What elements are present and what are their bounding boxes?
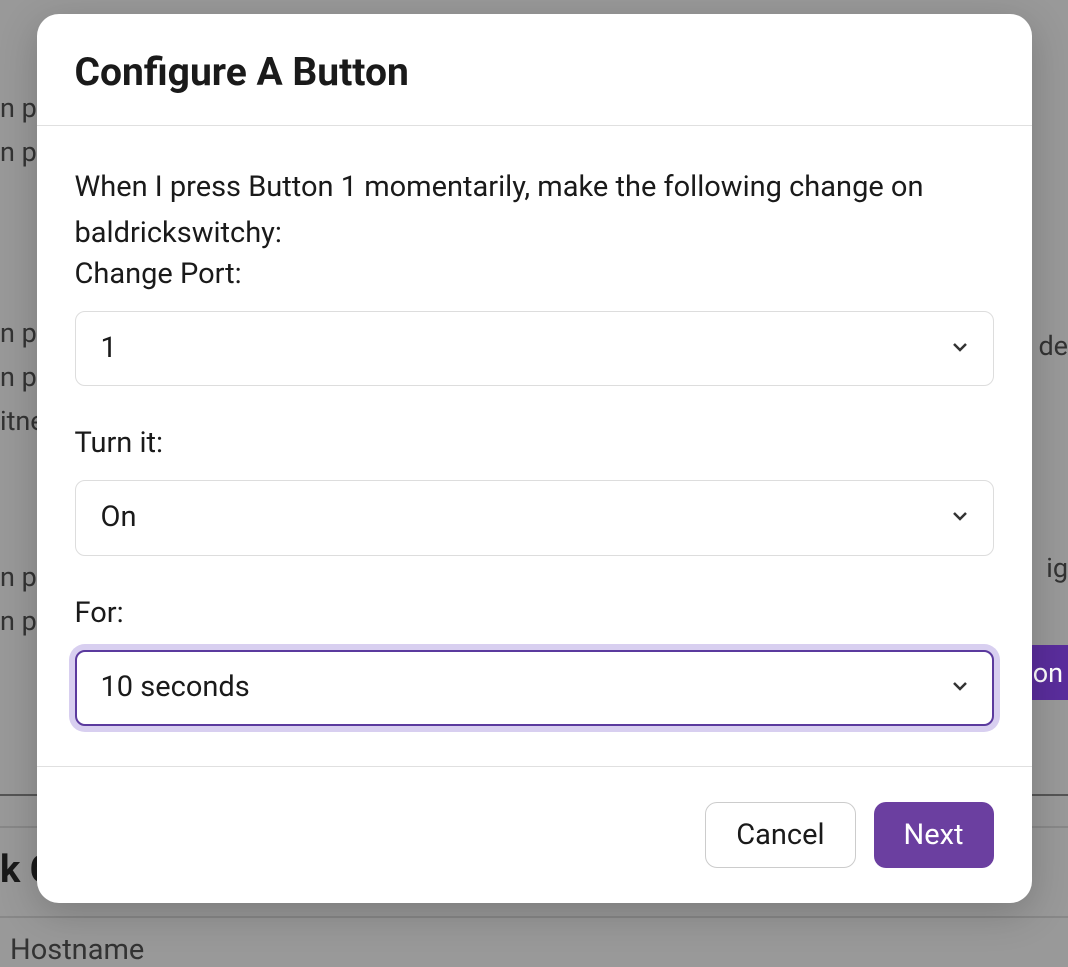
- port-select-wrapper: 1: [75, 311, 994, 387]
- modal-description: When I press Button 1 momentarily, make …: [75, 164, 994, 257]
- configure-button-modal: Configure A Button When I press Button 1…: [37, 14, 1032, 903]
- cancel-button[interactable]: Cancel: [705, 802, 855, 868]
- modal-body: When I press Button 1 momentarily, make …: [37, 126, 1032, 766]
- bg-hostname-fragment: Hostname: [0, 933, 1068, 967]
- port-select[interactable]: 1: [75, 311, 994, 387]
- action-select[interactable]: On: [75, 480, 994, 556]
- duration-label: For:: [75, 596, 994, 630]
- modal-header: Configure A Button: [37, 14, 1032, 126]
- action-label: Turn it:: [75, 426, 994, 460]
- next-button[interactable]: Next: [874, 802, 994, 868]
- modal-footer: Cancel Next: [37, 766, 1032, 903]
- modal-overlay: Configure A Button When I press Button 1…: [0, 0, 1068, 938]
- modal-title: Configure A Button: [75, 49, 994, 95]
- port-label: Change Port:: [75, 257, 994, 291]
- duration-select[interactable]: 10 seconds: [75, 650, 994, 726]
- duration-select-wrapper: 10 seconds: [75, 650, 994, 726]
- action-select-wrapper: On: [75, 480, 994, 556]
